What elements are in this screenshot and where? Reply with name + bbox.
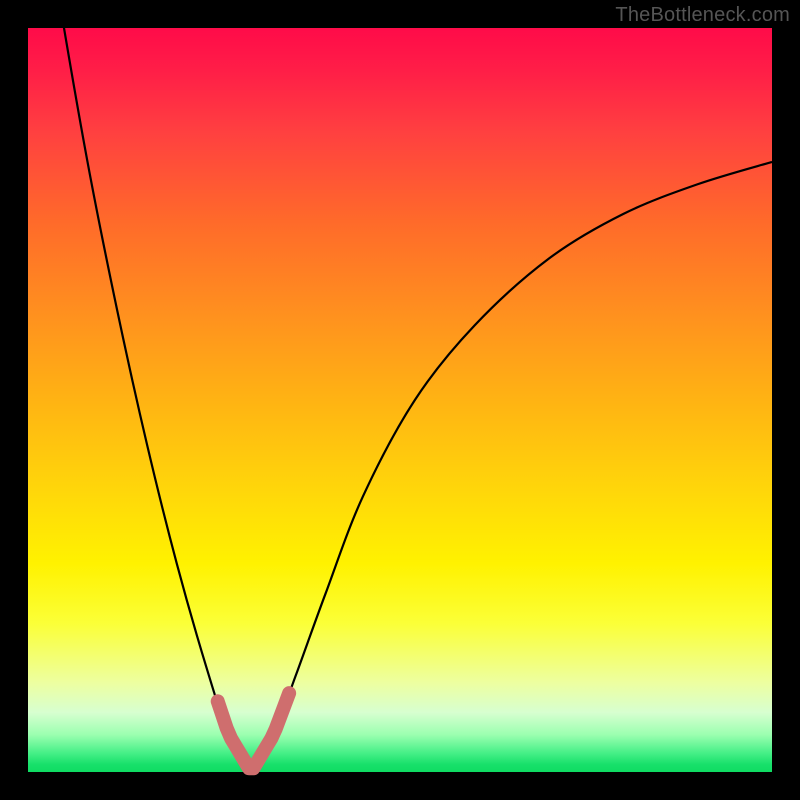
curve-layer [28, 28, 772, 772]
bottleneck-curve [28, 0, 772, 772]
optimal-highlight [218, 693, 289, 768]
plot-area [28, 28, 772, 772]
attribution-text: TheBottleneck.com [615, 4, 790, 27]
outer-frame: TheBottleneck.com [0, 0, 800, 800]
